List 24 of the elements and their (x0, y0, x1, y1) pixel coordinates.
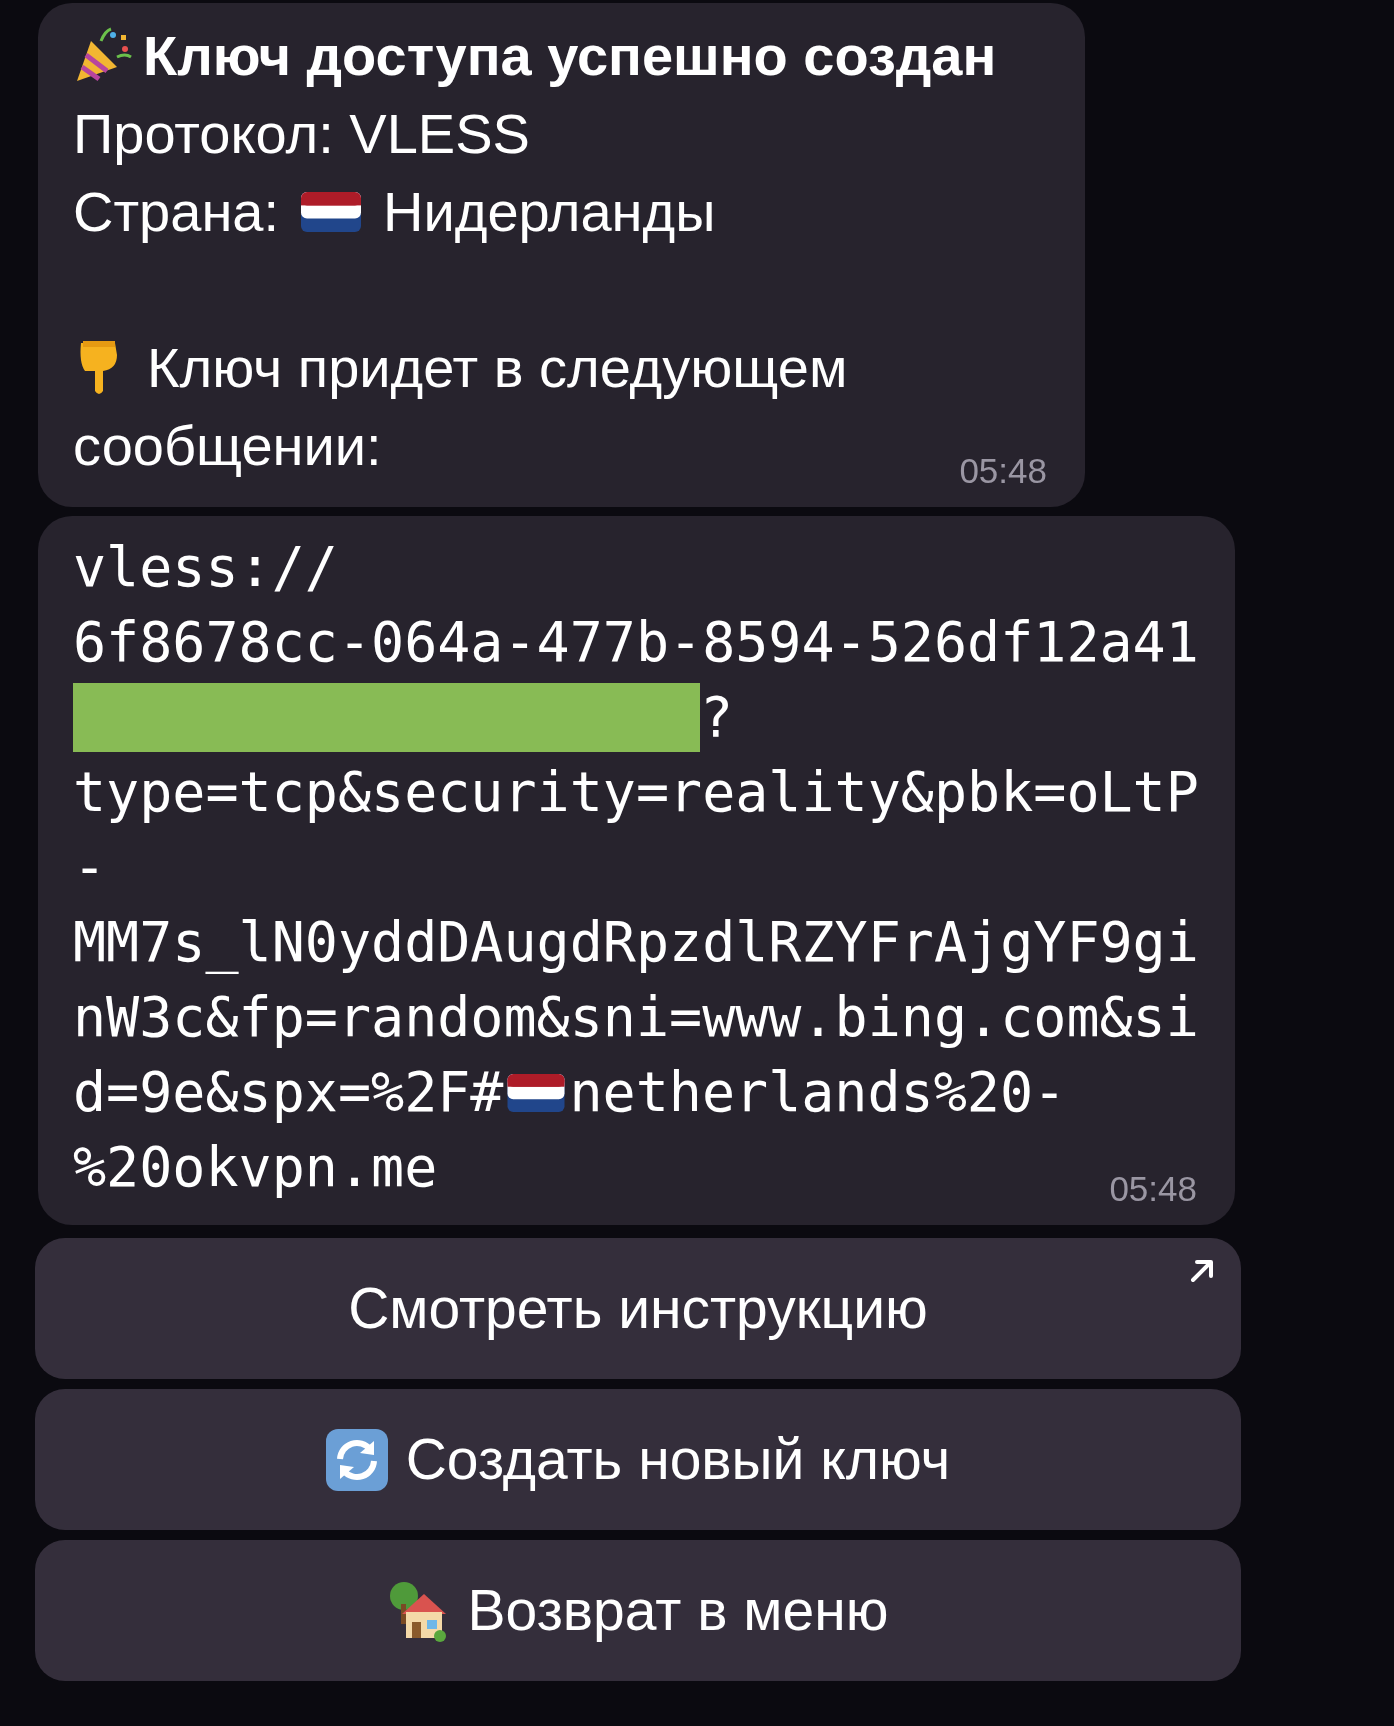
code-line: type=tcp&security=reality&pbk=oLtP (73, 759, 1199, 826)
country-label: Страна: (73, 179, 279, 245)
note-text: Ключ придет в следующем (147, 335, 848, 401)
message-title: Ключ доступа успешно создан (143, 23, 997, 89)
code-line: d=9e&spx=%2F# (73, 1059, 504, 1126)
code-line: %20okvpn.me (73, 1134, 438, 1201)
code-line: vless:// (73, 534, 338, 601)
flag-icon (301, 192, 361, 232)
refresh-icon (325, 1428, 388, 1491)
code-line: nW3c&fp=random&sni=www.bing.com&si (73, 984, 1199, 1051)
keyboard-button[interactable]: Создать новый ключ (35, 1389, 1241, 1530)
code-line: ? (700, 684, 734, 751)
country-name: Нидерланды (383, 179, 716, 245)
keyboard-button[interactable]: Возврат в меню (35, 1540, 1241, 1681)
message-time: 05:48 (959, 451, 1047, 491)
protocol-text: Протокол: VLESS (73, 101, 531, 167)
code-line: MM7s_lN0yddDAugdRpzdlRZYFrAjgYF9gi (73, 909, 1199, 976)
code-line: 6f8678cc-064a-477b-8594-526df12a41 (73, 609, 1199, 676)
note-text: сообщении: (73, 414, 382, 477)
flag-icon (507, 1073, 566, 1112)
code-line: - (73, 834, 107, 901)
code-line: netherlands%20- (569, 1059, 1067, 1126)
message-time: 05:48 (1109, 1169, 1197, 1209)
keyboard-button[interactable]: Смотреть инструкцию (35, 1238, 1241, 1379)
